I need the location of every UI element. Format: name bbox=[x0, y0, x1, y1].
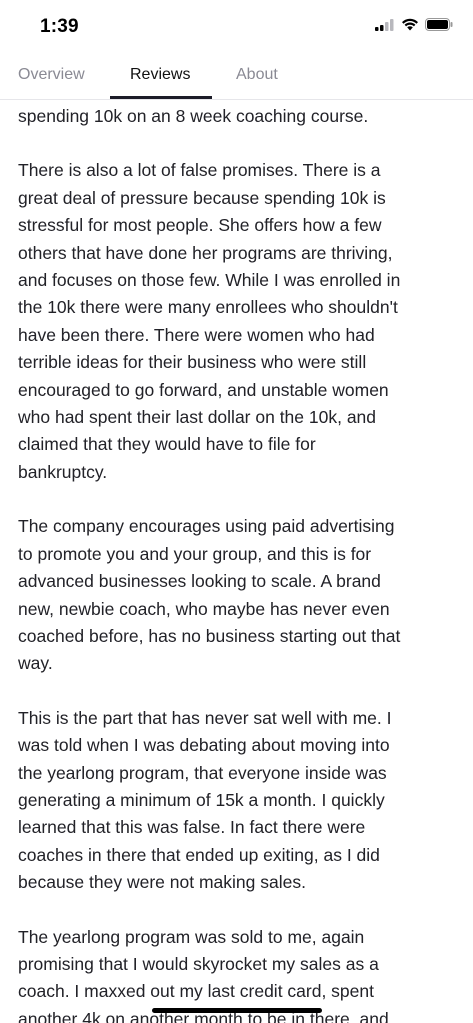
battery-icon bbox=[425, 18, 453, 31]
review-paragraph: The company encourages using paid advert… bbox=[18, 516, 401, 674]
status-icons bbox=[375, 18, 453, 31]
status-bar: 1:39 bbox=[0, 0, 473, 54]
tab-bar: Overview Reviews About bbox=[0, 54, 473, 100]
review-paragraph: spending 10k on an 8 week coaching cours… bbox=[18, 106, 369, 126]
home-indicator[interactable] bbox=[152, 1008, 322, 1013]
tab-reviews[interactable]: Reviews bbox=[130, 66, 190, 84]
cellular-signal-icon bbox=[375, 18, 394, 31]
review-paragraph: This is the part that has never sat well… bbox=[18, 707, 392, 893]
status-time: 1:39 bbox=[40, 16, 79, 37]
review-body[interactable]: spending 10k on an 8 week coaching cours… bbox=[18, 100, 458, 1023]
tab-overview[interactable]: Overview bbox=[18, 66, 85, 84]
review-paragraph: There is also a lot of false promises. T… bbox=[18, 160, 401, 482]
wifi-icon bbox=[402, 18, 418, 31]
active-tab-indicator bbox=[110, 96, 212, 99]
tab-about[interactable]: About bbox=[236, 66, 278, 84]
